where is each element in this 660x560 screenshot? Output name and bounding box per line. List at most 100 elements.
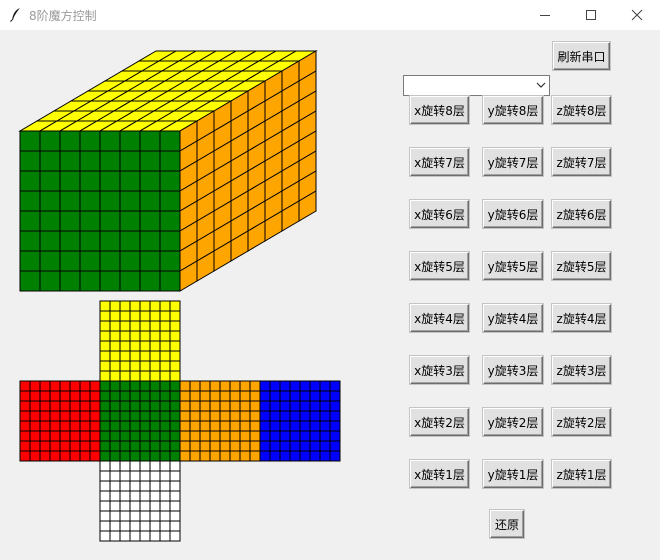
cube-front-sticker xyxy=(99,210,121,232)
net-up-sticker xyxy=(139,370,151,382)
net-down-sticker xyxy=(129,460,141,472)
net-left-sticker xyxy=(79,440,91,452)
cube-front-sticker xyxy=(79,170,101,192)
y-rotate-layer-8-button[interactable]: y旋转8层 xyxy=(483,96,543,124)
net-right-sticker xyxy=(219,450,231,462)
cube-front-sticker xyxy=(79,270,101,292)
net-back-sticker xyxy=(329,390,341,402)
net-front-sticker xyxy=(109,440,121,452)
net-left-sticker xyxy=(39,420,51,432)
net-down-sticker xyxy=(119,530,131,542)
net-front-sticker xyxy=(169,400,181,412)
net-front-sticker xyxy=(159,410,171,422)
x-rotate-layer-6-button[interactable]: x旋转6层 xyxy=(410,200,469,228)
serial-port-select[interactable] xyxy=(403,75,550,96)
cube-front-sticker xyxy=(159,170,181,192)
net-left-sticker xyxy=(19,440,31,452)
net-front-sticker xyxy=(129,390,141,402)
net-up-sticker xyxy=(149,320,161,332)
refresh-serial-button[interactable]: 刷新串口 xyxy=(553,42,610,70)
z-rotate-layer-4-button[interactable]: z旋转4层 xyxy=(552,304,611,332)
net-right-sticker xyxy=(249,410,261,422)
net-left-sticker xyxy=(49,430,61,442)
x-rotate-layer-2-button[interactable]: x旋转2层 xyxy=(410,408,469,436)
y-rotate-layer-7-button[interactable]: y旋转7层 xyxy=(483,148,543,176)
net-left-sticker xyxy=(49,440,61,452)
net-back-sticker xyxy=(259,410,271,422)
net-left-sticker xyxy=(29,440,41,452)
net-front-sticker xyxy=(149,430,161,442)
net-down-sticker xyxy=(159,530,171,542)
cube-front-sticker xyxy=(39,130,61,152)
x-rotate-layer-8-button[interactable]: x旋转8层 xyxy=(410,96,469,124)
y-rotate-layer-2-button[interactable]: y旋转2层 xyxy=(483,408,543,436)
net-right-sticker xyxy=(249,450,261,462)
x-rotate-layer-4-button[interactable]: x旋转4层 xyxy=(410,304,469,332)
y-rotate-layer-1-button[interactable]: y旋转1层 xyxy=(483,460,543,488)
net-back-sticker xyxy=(319,450,331,462)
net-right-sticker xyxy=(209,380,221,392)
net-left-sticker xyxy=(59,400,71,412)
net-up-sticker xyxy=(169,320,181,332)
reset-button[interactable]: 还原 xyxy=(490,510,524,538)
net-down-sticker xyxy=(169,490,181,502)
net-up-sticker xyxy=(109,320,121,332)
cube-front-sticker xyxy=(99,190,121,212)
net-up-sticker xyxy=(139,330,151,342)
y-rotate-layer-5-button[interactable]: y旋转5层 xyxy=(483,252,543,280)
net-up-sticker xyxy=(159,310,171,322)
cube-front-sticker xyxy=(119,190,141,212)
net-up-sticker xyxy=(99,350,111,362)
net-up-sticker xyxy=(159,350,171,362)
net-front-sticker xyxy=(119,420,131,432)
cube-front-sticker xyxy=(99,230,121,252)
net-front-sticker xyxy=(119,380,131,392)
y-rotate-layer-3-button[interactable]: y旋转3层 xyxy=(483,356,543,384)
cube-front-sticker xyxy=(19,210,41,232)
minimize-button[interactable] xyxy=(522,0,568,30)
z-rotate-layer-8-button[interactable]: z旋转8层 xyxy=(552,96,611,124)
cube-front-sticker xyxy=(19,250,41,272)
net-down-sticker xyxy=(99,520,111,532)
net-left-sticker xyxy=(19,410,31,422)
maximize-button[interactable] xyxy=(568,0,614,30)
x-rotate-layer-3-button[interactable]: x旋转3层 xyxy=(410,356,469,384)
net-down-sticker xyxy=(149,500,161,512)
y-rotate-layer-6-button[interactable]: y旋转6层 xyxy=(483,200,543,228)
z-rotate-layer-1-button[interactable]: z旋转1层 xyxy=(552,460,611,488)
cube-front-sticker xyxy=(119,150,141,172)
net-back-sticker xyxy=(319,380,331,392)
net-right-sticker xyxy=(199,410,211,422)
net-left-sticker xyxy=(59,390,71,402)
net-up-sticker xyxy=(159,340,171,352)
net-front-sticker xyxy=(159,450,171,462)
net-left-sticker xyxy=(59,420,71,432)
net-down-sticker xyxy=(129,530,141,542)
z-rotate-layer-3-button[interactable]: z旋转3层 xyxy=(552,356,611,384)
x-rotate-layer-5-button[interactable]: x旋转5层 xyxy=(410,252,469,280)
net-up-sticker xyxy=(99,320,111,332)
net-front-sticker xyxy=(99,450,111,462)
net-left-sticker xyxy=(79,380,91,392)
cube-front-sticker xyxy=(99,150,121,172)
z-rotate-layer-2-button[interactable]: z旋转2层 xyxy=(552,408,611,436)
net-front-sticker xyxy=(139,390,151,402)
net-right-sticker xyxy=(199,440,211,452)
net-front-sticker xyxy=(99,380,111,392)
net-down-sticker xyxy=(99,470,111,482)
net-left-sticker xyxy=(29,420,41,432)
close-button[interactable] xyxy=(614,0,660,30)
net-down-sticker xyxy=(129,470,141,482)
y-rotate-layer-4-button[interactable]: y旋转4层 xyxy=(483,304,543,332)
x-rotate-layer-7-button[interactable]: x旋转7层 xyxy=(410,148,469,176)
cube-front-sticker xyxy=(139,270,161,292)
x-rotate-layer-1-button[interactable]: x旋转1层 xyxy=(410,460,469,488)
net-left-sticker xyxy=(89,410,101,422)
z-rotate-layer-7-button[interactable]: z旋转7层 xyxy=(552,148,611,176)
net-back-sticker xyxy=(259,450,271,462)
net-down-sticker xyxy=(149,510,161,522)
net-left-sticker xyxy=(69,400,81,412)
net-right-sticker xyxy=(229,420,241,432)
z-rotate-layer-6-button[interactable]: z旋转6层 xyxy=(552,200,611,228)
z-rotate-layer-5-button[interactable]: z旋转5层 xyxy=(552,252,611,280)
